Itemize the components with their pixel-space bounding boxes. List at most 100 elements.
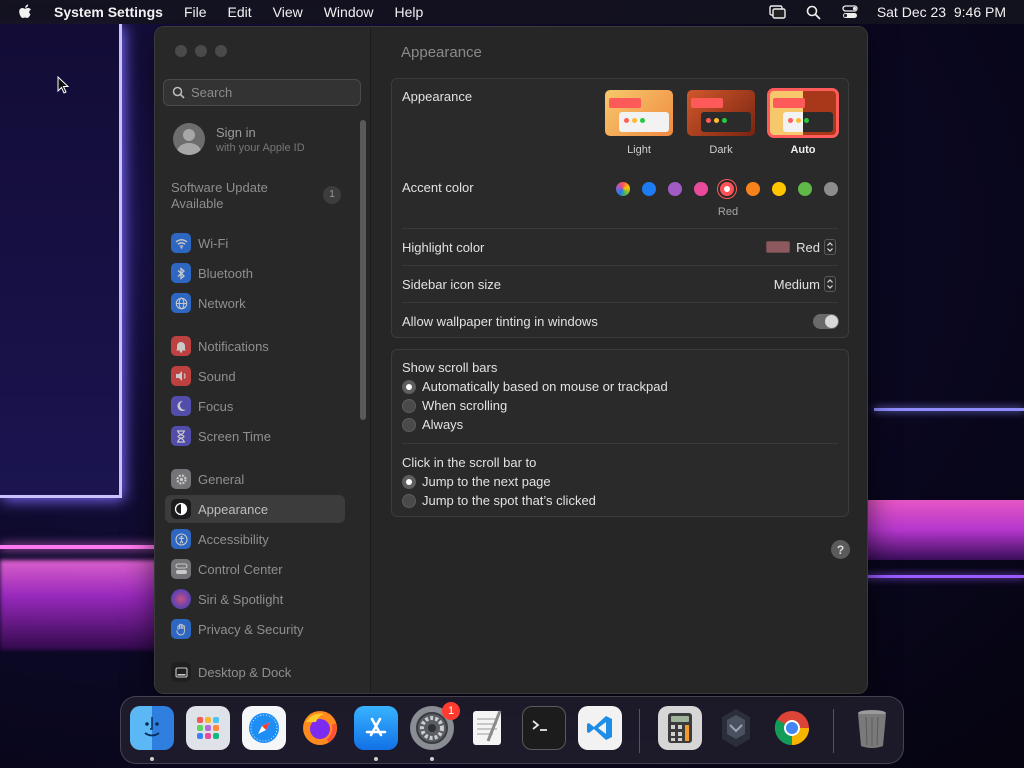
sidebar-item-wifi[interactable]: Wi-Fi: [165, 229, 345, 257]
sidebar-item-bluetooth[interactable]: Bluetooth: [165, 259, 345, 287]
safari-icon[interactable]: [242, 706, 286, 750]
software-update-item[interactable]: Software Update Available 1: [171, 180, 341, 212]
sidebar-item-privacy-security[interactable]: Privacy & Security: [165, 615, 345, 643]
accent-green-swatch[interactable]: [798, 182, 812, 196]
sidebar-item-label: Notifications: [198, 338, 269, 354]
menu-window[interactable]: Window: [324, 4, 374, 20]
sidebar-item-notifications[interactable]: Notifications: [165, 332, 345, 360]
accent-pink-swatch[interactable]: [694, 182, 708, 196]
appearance-auto-label: Auto: [790, 144, 816, 156]
terminal-icon[interactable]: [522, 706, 566, 750]
launchpad-icon[interactable]: [186, 706, 230, 750]
scroll-bars-auto-radio[interactable]: Automatically based on mouse or trackpad: [402, 379, 668, 394]
search-input[interactable]: [191, 85, 351, 100]
accent-red-swatch[interactable]: [720, 182, 734, 196]
accent-yellow-swatch[interactable]: [772, 182, 786, 196]
menu-edit[interactable]: Edit: [228, 4, 252, 20]
system-settings-window: Sign in with your Apple ID Software Upda…: [154, 26, 868, 694]
app-store-icon[interactable]: [354, 706, 398, 750]
accent-graphite-swatch[interactable]: [824, 182, 838, 196]
accent-multicolor-swatch[interactable]: [616, 182, 630, 196]
jump-next-page-radio[interactable]: Jump to the next page: [402, 474, 551, 489]
divider: [402, 265, 838, 266]
menu-bar: System Settings File Edit View Window He…: [0, 0, 1024, 24]
minimize-button[interactable]: [195, 45, 207, 57]
show-scroll-bars-label: Show scroll bars: [402, 360, 498, 375]
sidebar-item-control-center[interactable]: Control Center: [165, 555, 345, 583]
appearance-light-option[interactable]: [605, 90, 673, 136]
sidebar-item-sound[interactable]: Sound: [165, 362, 345, 390]
appearance-dark-label: Dark: [709, 144, 733, 156]
spotlight-search-icon[interactable]: [805, 3, 823, 21]
accent-orange-swatch[interactable]: [746, 182, 760, 196]
chrome-icon[interactable]: [770, 706, 814, 750]
sidebar-icon-size-popup[interactable]: Medium: [774, 276, 836, 292]
moon-icon: [171, 396, 191, 416]
control-center-icon[interactable]: [841, 3, 859, 21]
search-field[interactable]: [163, 79, 361, 106]
apple-menu-icon[interactable]: [18, 4, 36, 20]
calculator-icon[interactable]: [658, 706, 702, 750]
sidebar-item-screen-time[interactable]: Screen Time: [165, 422, 345, 450]
wallpaper-frame: [0, 24, 122, 498]
accent-blue-swatch[interactable]: [642, 182, 656, 196]
sidebar-item-general[interactable]: General: [165, 465, 345, 493]
sidebar-item-appearance[interactable]: Appearance: [165, 495, 345, 523]
sidebar-item-label: Sound: [198, 368, 236, 384]
sidebar-item-label: Bluetooth: [198, 265, 253, 281]
sidebar-item-desktop-dock[interactable]: Desktop & Dock: [165, 658, 345, 686]
sign-in-item[interactable]: Sign in with your Apple ID: [173, 123, 305, 155]
radio-selected-icon: [402, 474, 416, 489]
appearance-auto-option[interactable]: [767, 88, 839, 138]
finder-icon[interactable]: [130, 706, 174, 750]
appearance-dark-option[interactable]: [687, 90, 755, 136]
wallpaper-glow-right: [864, 500, 1024, 560]
appearance-label: Appearance: [402, 89, 473, 104]
screen-mirroring-icon[interactable]: [769, 3, 787, 21]
help-button[interactable]: ?: [831, 540, 850, 559]
sidebar-item-siri-spotlight[interactable]: Siri & Spotlight: [165, 585, 345, 613]
menu-app-name[interactable]: System Settings: [54, 4, 163, 20]
trash-icon[interactable]: [850, 706, 894, 750]
jump-spot-clicked-radio[interactable]: Jump to the spot that’s clicked: [402, 493, 596, 508]
sidebar-item-focus[interactable]: Focus: [165, 392, 345, 420]
sidebar: Sign in with your Apple ID Software Upda…: [155, 27, 371, 693]
vscode-icon[interactable]: [578, 706, 622, 750]
sidebar-scrollbar[interactable]: [360, 120, 366, 420]
search-icon: [172, 86, 185, 99]
wifi-icon: [171, 233, 191, 253]
menu-view[interactable]: View: [273, 4, 303, 20]
wallpaper-tinting-toggle[interactable]: [813, 314, 839, 329]
menu-help[interactable]: Help: [395, 4, 424, 20]
sidebar-item-label: Accessibility: [198, 531, 269, 547]
software-update-label: Software Update Available: [171, 180, 268, 211]
sidebar-item-accessibility[interactable]: Accessibility: [165, 525, 345, 553]
wallpaper-glow-line: [0, 545, 160, 549]
firefox-icon[interactable]: [298, 706, 342, 750]
appearance-light-label: Light: [627, 144, 651, 156]
highlight-color-popup[interactable]: Red: [766, 239, 836, 255]
scroll-bars-when-scrolling-radio[interactable]: When scrolling: [402, 398, 507, 413]
sidebar-item-network[interactable]: Network: [165, 289, 345, 317]
zoom-button[interactable]: [215, 45, 227, 57]
sidebar-item-label: Privacy & Security: [198, 621, 304, 637]
scroll-bars-always-radio[interactable]: Always: [402, 417, 463, 432]
accent-purple-swatch[interactable]: [668, 182, 682, 196]
menu-file[interactable]: File: [184, 4, 207, 20]
sidebar-item-label: Focus: [198, 398, 234, 414]
dock-separator: [639, 709, 640, 753]
appearance-icon: [171, 499, 191, 519]
bell-icon: [171, 336, 191, 356]
close-button[interactable]: [175, 45, 187, 57]
system-settings-icon[interactable]: 1: [410, 702, 460, 750]
avatar: [173, 123, 205, 155]
menu-clock[interactable]: Sat Dec 23 9:46 PM: [877, 4, 1006, 20]
main-pane: Appearance Appearance Light Dark Auto Ac…: [371, 27, 867, 693]
highlight-color-label: Highlight color: [402, 240, 485, 255]
game-icon[interactable]: [714, 706, 758, 750]
gear-icon: [171, 469, 191, 489]
divider: [402, 302, 838, 303]
notification-badge: 1: [442, 702, 460, 720]
textedit-icon[interactable]: [466, 706, 510, 750]
accent-selected-name: Red: [717, 206, 739, 218]
